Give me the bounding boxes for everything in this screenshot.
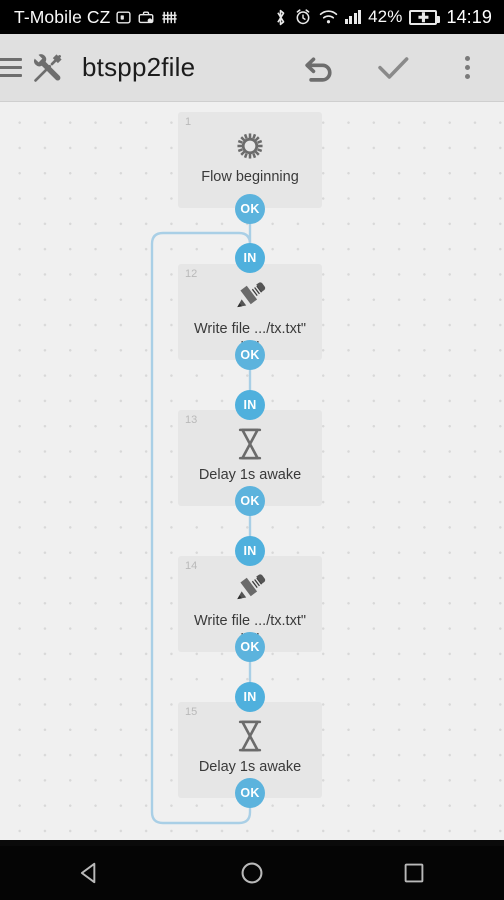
tools-icon[interactable] (26, 51, 70, 85)
node-number: 13 (185, 414, 198, 426)
hourglass-icon (235, 719, 265, 753)
undo-button[interactable] (282, 34, 356, 102)
overflow-menu-button[interactable] (430, 34, 504, 102)
gear-icon (234, 129, 266, 163)
node-number: 14 (185, 560, 198, 572)
wifi-icon (319, 9, 338, 25)
signal-icon (344, 10, 362, 24)
android-nav-bar (0, 846, 504, 900)
status-bar: T-Mobile CZ 42% ✚ 14:19 (0, 0, 504, 34)
home-button[interactable] (226, 846, 278, 900)
alarm-icon (294, 8, 312, 26)
node-ok-badge[interactable]: OK (235, 486, 265, 516)
node-ok-badge[interactable]: OK (235, 632, 265, 662)
overflow-menu-icon (464, 56, 470, 79)
node-in-badge[interactable]: IN (235, 536, 265, 566)
node-label: Delay 1s awake (198, 759, 302, 775)
node-number: 12 (185, 268, 198, 280)
recents-button[interactable] (388, 846, 440, 900)
node-number: 1 (185, 116, 192, 128)
hourglass-icon (235, 427, 265, 461)
sim-card-icon (115, 9, 132, 26)
node-in-badge[interactable]: IN (235, 682, 265, 712)
vpn-icon (160, 9, 179, 26)
status-bar-left: T-Mobile CZ (14, 7, 179, 28)
node-number: 15 (185, 706, 198, 718)
pencil-icon (233, 573, 267, 607)
pencil-icon (233, 281, 267, 315)
node-ok-badge[interactable]: OK (235, 340, 265, 370)
app-toolbar: btspp2file (0, 34, 504, 102)
node-in-badge[interactable]: IN (235, 390, 265, 420)
bluetooth-icon (274, 8, 287, 27)
node-label: Delay 1s awake (198, 467, 302, 483)
hamburger-menu-icon[interactable] (0, 58, 22, 77)
phone-screen: T-Mobile CZ 42% ✚ 14:19 btspp2file 1 Flo… (0, 0, 504, 900)
back-button[interactable] (64, 846, 116, 900)
confirm-button[interactable] (356, 34, 430, 102)
battery-icon: ✚ (409, 9, 441, 25)
page-title: btspp2file (82, 52, 196, 82)
clock-label: 14:19 (446, 6, 492, 27)
briefcase-icon (137, 9, 155, 26)
toolbar-actions (282, 34, 504, 102)
carrier-label: T-Mobile CZ (14, 6, 111, 27)
node-in-badge[interactable]: IN (235, 243, 265, 273)
node-label: Flow beginning (201, 169, 299, 185)
flow-canvas[interactable]: 1 Flow beginning OK IN 12 Write file ...… (0, 102, 504, 840)
node-ok-badge[interactable]: OK (235, 194, 265, 224)
node-ok-badge[interactable]: OK (235, 778, 265, 808)
status-bar-right: 42% ✚ 14:19 (274, 7, 492, 28)
battery-percent-label: 42% (368, 7, 403, 26)
